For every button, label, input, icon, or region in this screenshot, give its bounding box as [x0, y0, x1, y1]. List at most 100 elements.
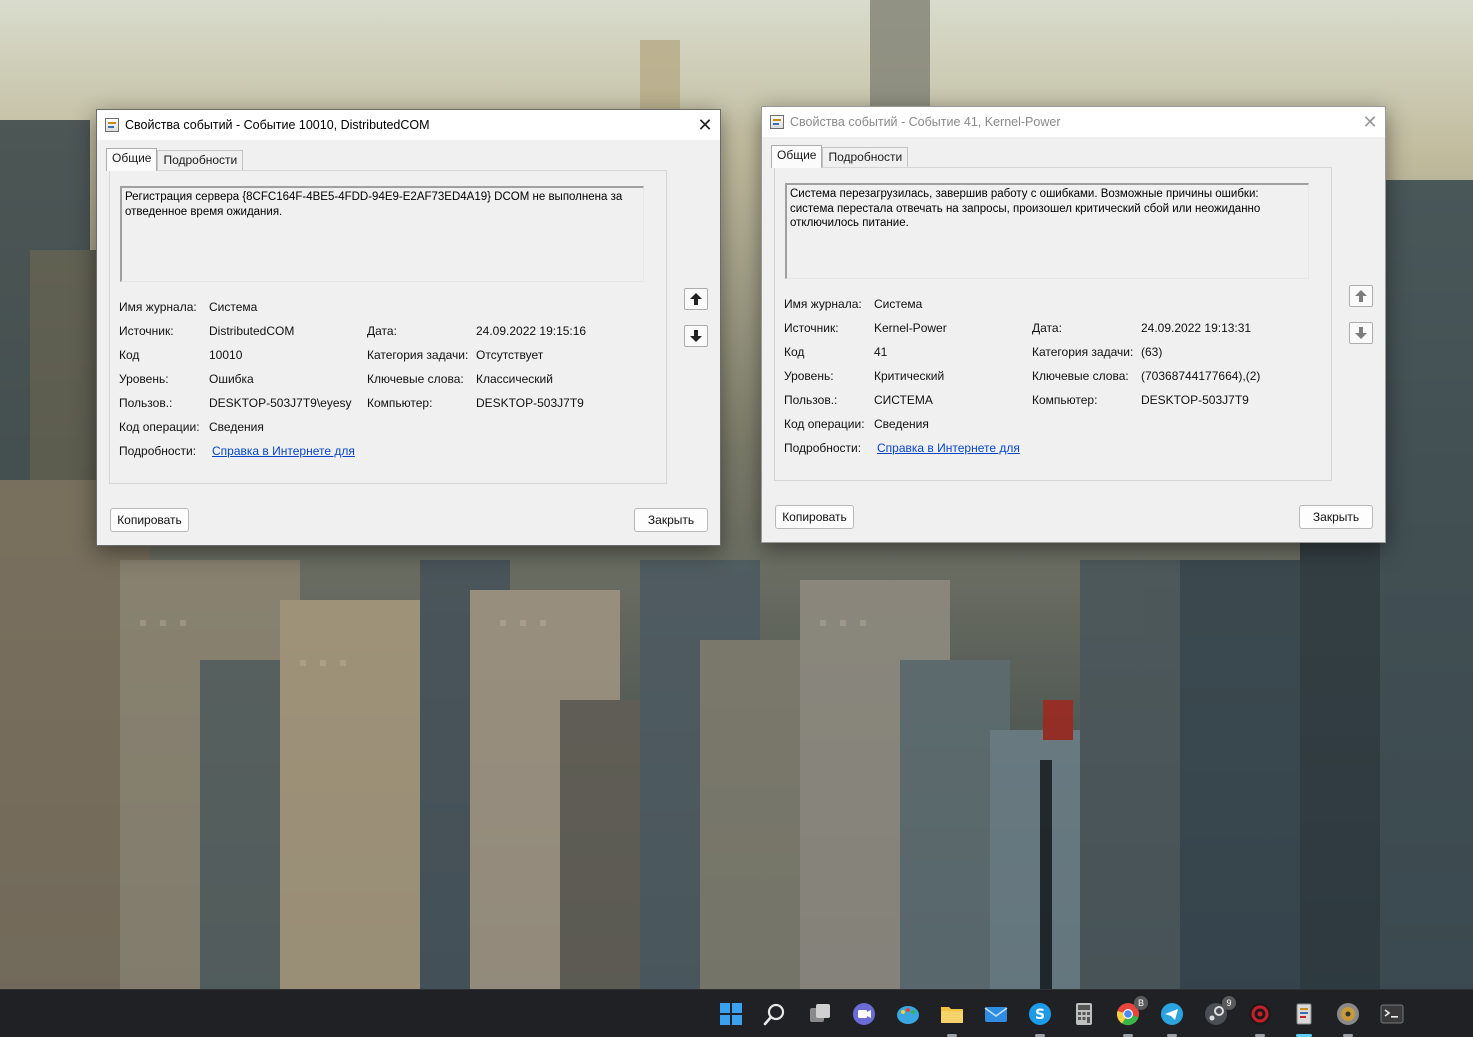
level-value[interactable]: Ошибка — [209, 372, 254, 386]
dialog-titlebar[interactable]: Свойства событий - Событие 41, Kernel-Po… — [762, 107, 1385, 137]
paint-button[interactable] — [894, 1000, 922, 1028]
opcode-value[interactable]: Сведения — [874, 417, 929, 431]
mail-icon — [984, 1007, 1008, 1022]
date-label: Дата: — [367, 324, 397, 338]
opcode-value[interactable]: Сведения — [209, 420, 264, 434]
arrow-up-icon — [1355, 290, 1367, 302]
task-view-icon — [810, 1004, 830, 1022]
task-category-value[interactable]: (63) — [1141, 345, 1162, 359]
mail-button[interactable] — [982, 1000, 1010, 1028]
user-value[interactable]: СИСТЕМА — [874, 393, 933, 407]
event-description[interactable]: Система перезагрузилась, завершив работу… — [785, 183, 1309, 279]
computer-value[interactable]: DESKTOP-503J7T9 — [1141, 393, 1249, 407]
online-help-link[interactable]: Справка в Интернете для — [212, 444, 355, 458]
online-help-link[interactable]: Справка в Интернете для — [877, 441, 1020, 455]
general-tab-panel: Система перезагрузилась, завершив работу… — [774, 167, 1332, 481]
copy-button[interactable]: Копировать — [775, 505, 854, 529]
close-button[interactable]: Закрыть — [1299, 505, 1373, 529]
log-name-value[interactable]: Система — [874, 297, 922, 311]
date-value[interactable]: 24.09.2022 19:13:31 — [1141, 321, 1251, 335]
arrow-up-icon — [690, 293, 702, 305]
event-properties-dialog-41: Свойства событий - Событие 41, Kernel-Po… — [761, 106, 1386, 543]
computer-label: Компьютер: — [1032, 393, 1098, 407]
arrow-down-icon — [1355, 327, 1367, 339]
tab-strip: Общие Подробности — [771, 145, 909, 168]
keywords-value[interactable]: Классический — [476, 372, 553, 386]
tab-general[interactable]: Общие — [771, 145, 823, 168]
date-label: Дата: — [1032, 321, 1062, 335]
telegram-button[interactable] — [1158, 1000, 1186, 1037]
terminal-button[interactable] — [1378, 1000, 1406, 1028]
task-category-value[interactable]: Отсутствует — [476, 348, 543, 362]
log-name-label: Имя журнала: — [784, 297, 862, 311]
task-category-label: Категория задачи: — [367, 348, 469, 362]
disk-utility-icon — [1337, 1003, 1359, 1025]
chrome-button[interactable]: B — [1114, 996, 1148, 1037]
search-button[interactable] — [761, 1000, 789, 1028]
next-event-button[interactable] — [1349, 322, 1373, 344]
steam-badge: 9 — [1222, 996, 1236, 1010]
level-value[interactable]: Критический — [874, 369, 944, 383]
start-button[interactable] — [717, 1000, 745, 1028]
general-tab-panel: Регистрация сервера {8CFC164F-4BE5-4FDD-… — [109, 170, 667, 484]
telegram-icon — [1161, 1003, 1183, 1025]
source-label: Источник: — [119, 324, 174, 338]
code-label: Код — [119, 348, 140, 362]
user-label: Пользов.: — [784, 393, 838, 407]
keywords-label: Ключевые слова: — [1032, 369, 1129, 383]
user-label: Пользов.: — [119, 396, 173, 410]
event-viewer-icon — [1296, 1003, 1312, 1025]
close-icon[interactable]: ✕ — [690, 110, 720, 140]
calculator-button[interactable] — [1070, 1000, 1098, 1028]
disk-utility-button[interactable] — [1334, 1000, 1362, 1037]
event-viewer-icon — [770, 115, 784, 129]
previous-event-button[interactable] — [684, 288, 708, 310]
date-value[interactable]: 24.09.2022 19:15:16 — [476, 324, 586, 338]
close-button[interactable]: Закрыть — [634, 508, 708, 532]
event-viewer-icon — [105, 118, 119, 132]
search-icon — [763, 1003, 785, 1026]
taskbar: S B 9 — [0, 989, 1473, 1037]
opcode-label: Код операции: — [119, 420, 200, 434]
start-icon — [720, 1003, 742, 1025]
tab-details[interactable]: Подробности — [822, 147, 909, 168]
file-explorer-button[interactable] — [938, 1000, 966, 1037]
previous-event-button[interactable] — [1349, 285, 1373, 307]
opcode-label: Код операции: — [784, 417, 865, 431]
close-icon[interactable]: ✕ — [1355, 107, 1385, 137]
next-event-button[interactable] — [684, 325, 708, 347]
level-label: Уровень: — [119, 372, 169, 386]
chrome-badge: B — [1134, 996, 1148, 1010]
dialog-title: Свойства событий - Событие 10010, Distri… — [125, 118, 430, 132]
keywords-value[interactable]: (70368744177664),(2) — [1141, 369, 1260, 383]
event-viewer-button[interactable] — [1282, 994, 1326, 1037]
computer-value[interactable]: DESKTOP-503J7T9 — [476, 396, 584, 410]
code-value[interactable]: 41 — [874, 345, 887, 359]
skype-button[interactable]: S — [1026, 1000, 1054, 1037]
calculator-icon — [1076, 1003, 1092, 1025]
event-properties-dialog-10010: Свойства событий - Событие 10010, Distri… — [96, 109, 721, 546]
teams-chat-icon — [853, 1003, 875, 1025]
teams-chat-button[interactable] — [850, 1000, 878, 1028]
antivirus-icon — [1249, 1003, 1271, 1025]
dialog-titlebar[interactable]: Свойства событий - Событие 10010, Distri… — [97, 110, 720, 140]
tab-general[interactable]: Общие — [106, 148, 158, 171]
steam-button[interactable]: 9 — [1202, 996, 1236, 1028]
code-value[interactable]: 10010 — [209, 348, 242, 362]
source-value[interactable]: DistributedCOM — [209, 324, 294, 338]
skype-icon: S — [1029, 1003, 1051, 1025]
code-label: Код — [784, 345, 805, 359]
event-description[interactable]: Регистрация сервера {8CFC164F-4BE5-4FDD-… — [120, 186, 644, 282]
task-view-button[interactable] — [806, 1000, 834, 1028]
computer-label: Компьютер: — [367, 396, 433, 410]
source-value[interactable]: Kernel-Power — [874, 321, 947, 335]
copy-button[interactable]: Копировать — [110, 508, 189, 532]
tab-strip: Общие Подробности — [106, 148, 244, 171]
user-value[interactable]: DESKTOP-503J7T9\eyesy — [209, 396, 352, 410]
task-category-label: Категория задачи: — [1032, 345, 1134, 359]
tab-details[interactable]: Подробности — [157, 150, 244, 171]
log-name-value[interactable]: Система — [209, 300, 257, 314]
details-label: Подробности: — [119, 444, 197, 458]
svg-text:S: S — [1035, 1007, 1045, 1023]
antivirus-button[interactable] — [1246, 1000, 1274, 1037]
